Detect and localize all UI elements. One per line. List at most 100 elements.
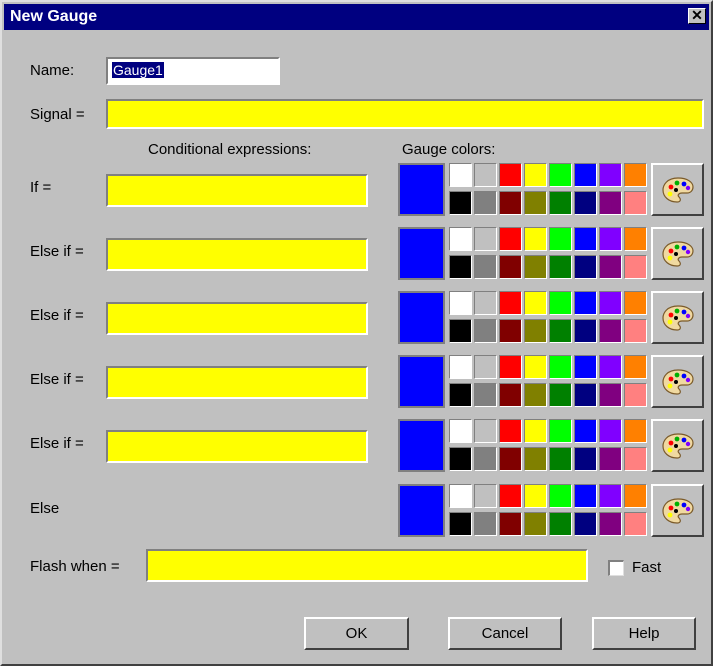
color-swatch[interactable] xyxy=(574,163,597,187)
color-swatch[interactable] xyxy=(499,383,522,407)
color-swatch[interactable] xyxy=(549,419,572,443)
custom-color-button[interactable] xyxy=(651,484,704,537)
color-swatch[interactable] xyxy=(599,447,622,471)
color-swatch[interactable] xyxy=(474,512,497,536)
color-swatch[interactable] xyxy=(524,255,547,279)
color-swatch[interactable] xyxy=(524,419,547,443)
color-swatch[interactable] xyxy=(599,291,622,315)
title-bar[interactable]: New Gauge ✕ xyxy=(4,4,709,30)
condition-input[interactable] xyxy=(106,366,368,399)
color-swatch[interactable] xyxy=(624,227,647,251)
color-swatch[interactable] xyxy=(549,163,572,187)
color-swatch[interactable] xyxy=(624,163,647,187)
custom-color-button[interactable] xyxy=(651,419,704,472)
color-swatch[interactable] xyxy=(549,255,572,279)
color-swatch[interactable] xyxy=(549,512,572,536)
color-swatch[interactable] xyxy=(449,484,472,508)
color-swatch[interactable] xyxy=(499,319,522,343)
cancel-button[interactable]: Cancel xyxy=(448,617,562,650)
name-input[interactable]: Gauge1 xyxy=(106,57,280,85)
color-swatch[interactable] xyxy=(624,484,647,508)
color-swatch[interactable] xyxy=(474,255,497,279)
color-swatch[interactable] xyxy=(574,291,597,315)
color-swatch[interactable] xyxy=(449,255,472,279)
condition-input[interactable] xyxy=(106,174,368,207)
color-swatch[interactable] xyxy=(624,255,647,279)
close-button[interactable]: ✕ xyxy=(688,8,706,24)
color-swatch[interactable] xyxy=(524,355,547,379)
color-swatch[interactable] xyxy=(549,227,572,251)
color-swatch[interactable] xyxy=(499,447,522,471)
color-swatch[interactable] xyxy=(474,227,497,251)
color-swatch[interactable] xyxy=(449,447,472,471)
color-swatch[interactable] xyxy=(524,319,547,343)
color-swatch[interactable] xyxy=(624,383,647,407)
color-swatch[interactable] xyxy=(624,355,647,379)
fast-checkbox[interactable] xyxy=(608,560,624,576)
color-swatch[interactable] xyxy=(574,512,597,536)
color-swatch[interactable] xyxy=(449,319,472,343)
color-swatch[interactable] xyxy=(599,484,622,508)
color-swatch[interactable] xyxy=(549,383,572,407)
color-swatch[interactable] xyxy=(449,419,472,443)
color-swatch[interactable] xyxy=(524,291,547,315)
color-swatch[interactable] xyxy=(524,191,547,215)
color-swatch[interactable] xyxy=(574,383,597,407)
color-swatch[interactable] xyxy=(599,255,622,279)
ok-button[interactable]: OK xyxy=(304,617,409,650)
color-swatch[interactable] xyxy=(599,355,622,379)
color-swatch[interactable] xyxy=(449,512,472,536)
color-swatch[interactable] xyxy=(599,419,622,443)
color-swatch[interactable] xyxy=(549,319,572,343)
color-swatch[interactable] xyxy=(499,419,522,443)
color-swatch[interactable] xyxy=(499,191,522,215)
color-swatch[interactable] xyxy=(499,227,522,251)
color-swatch[interactable] xyxy=(449,227,472,251)
color-swatch[interactable] xyxy=(599,163,622,187)
color-swatch[interactable] xyxy=(474,291,497,315)
color-swatch[interactable] xyxy=(474,484,497,508)
custom-color-button[interactable] xyxy=(651,227,704,280)
color-swatch[interactable] xyxy=(524,383,547,407)
color-swatch[interactable] xyxy=(524,227,547,251)
color-swatch[interactable] xyxy=(624,191,647,215)
condition-input[interactable] xyxy=(106,430,368,463)
color-swatch[interactable] xyxy=(524,484,547,508)
color-swatch[interactable] xyxy=(499,291,522,315)
color-swatch[interactable] xyxy=(549,291,572,315)
color-swatch[interactable] xyxy=(499,512,522,536)
color-swatch[interactable] xyxy=(499,163,522,187)
color-swatch[interactable] xyxy=(549,447,572,471)
signal-input[interactable] xyxy=(106,99,704,129)
color-swatch[interactable] xyxy=(599,191,622,215)
color-swatch[interactable] xyxy=(574,447,597,471)
color-swatch[interactable] xyxy=(449,191,472,215)
help-button[interactable]: Help xyxy=(592,617,696,650)
color-swatch[interactable] xyxy=(549,484,572,508)
color-swatch[interactable] xyxy=(599,227,622,251)
color-swatch[interactable] xyxy=(574,255,597,279)
color-swatch[interactable] xyxy=(449,163,472,187)
color-swatch[interactable] xyxy=(474,191,497,215)
custom-color-button[interactable] xyxy=(651,291,704,344)
color-swatch[interactable] xyxy=(474,319,497,343)
condition-input[interactable] xyxy=(106,238,368,271)
color-swatch[interactable] xyxy=(499,484,522,508)
color-swatch[interactable] xyxy=(449,291,472,315)
color-swatch[interactable] xyxy=(574,484,597,508)
color-swatch[interactable] xyxy=(524,512,547,536)
color-swatch[interactable] xyxy=(474,163,497,187)
color-swatch[interactable] xyxy=(549,355,572,379)
fast-label[interactable]: Fast xyxy=(632,559,661,576)
color-swatch[interactable] xyxy=(624,291,647,315)
custom-color-button[interactable] xyxy=(651,163,704,216)
color-swatch[interactable] xyxy=(474,383,497,407)
color-swatch[interactable] xyxy=(574,319,597,343)
color-swatch[interactable] xyxy=(449,355,472,379)
color-swatch[interactable] xyxy=(624,319,647,343)
color-swatch[interactable] xyxy=(624,512,647,536)
color-swatch[interactable] xyxy=(574,355,597,379)
color-swatch[interactable] xyxy=(574,419,597,443)
color-swatch[interactable] xyxy=(549,191,572,215)
color-swatch[interactable] xyxy=(474,447,497,471)
